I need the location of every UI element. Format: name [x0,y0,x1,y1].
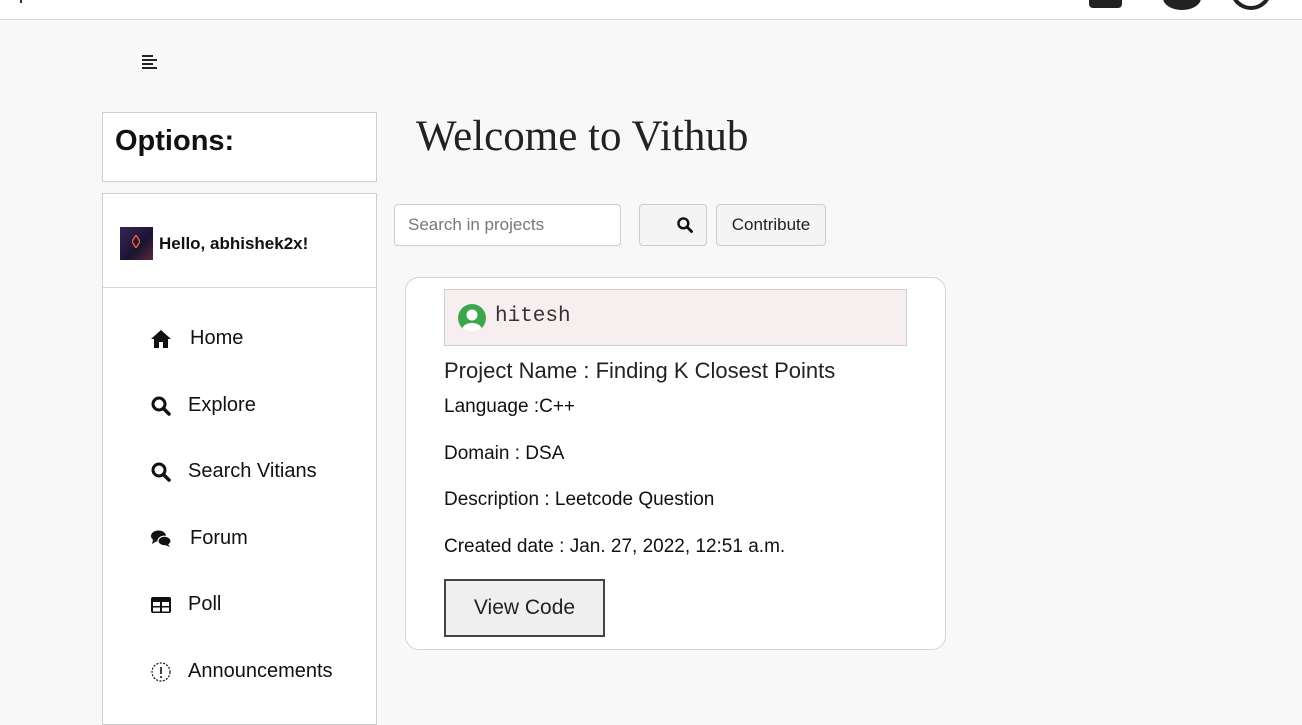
sidebar-item-explore[interactable]: Explore [103,381,376,431]
project-description: Description : Leetcode Question [444,489,715,510]
menu-toggle-icon[interactable] [142,54,158,70]
sidebar-item-label: Poll [188,593,222,615]
user-avatar-icon [458,304,486,332]
sidebar-item-label: Search Vitians [188,460,317,482]
logo-icon [132,235,140,248]
sidebar-item-label: Announcements [188,660,333,682]
project-card: hitesh Project Name : Finding K Closest … [405,277,946,650]
project-name: Project Name : Finding K Closest Points [444,358,836,383]
top-navbar [0,0,1302,20]
navbar-brand-fragment [20,0,22,3]
power-icon[interactable] [1230,0,1272,10]
project-created-date: Created date : Jan. 27, 2022, 12:51 a.m. [444,536,786,557]
greeting-text: Hello, abhishek2x! [159,234,309,253]
sidebar-item-search-vitians[interactable]: Search Vitians [103,447,376,497]
home-icon [151,330,171,348]
sidebar-item-label: Forum [190,527,248,549]
project-language: Language :C++ [444,396,576,417]
sidebar-item-home[interactable]: Home [103,314,376,364]
sidebar-item-label: Explore [188,394,256,416]
avatar[interactable] [120,227,153,260]
project-card-header: hitesh [444,289,907,346]
info-circle-icon [151,662,171,682]
sidebar: Hello, abhishek2x! Home Explore Search V… [102,193,377,725]
comments-icon [151,530,172,547]
view-code-button[interactable]: View Code [444,579,605,637]
search-icon [677,217,693,233]
table-icon [151,597,171,613]
gear-icon[interactable] [1163,0,1201,10]
box-icon[interactable] [1089,0,1122,8]
project-author[interactable]: hitesh [495,305,571,328]
search-icon [151,462,171,482]
contribute-button[interactable]: Contribute [716,204,826,246]
project-domain: Domain : DSA [444,443,565,464]
search-button[interactable] [639,204,707,246]
options-panel: Options: [102,112,377,182]
user-greeting: Hello, abhishek2x! [103,194,376,288]
sidebar-item-announcements[interactable]: Announcements [103,647,376,697]
options-title: Options: [115,125,235,157]
search-icon [151,396,171,416]
search-input[interactable] [394,204,621,246]
page-title: Welcome to Vithub [416,113,749,160]
sidebar-item-forum[interactable]: Forum [103,514,376,564]
sidebar-item-label: Home [190,327,244,349]
sidebar-item-poll[interactable]: Poll [103,580,376,630]
